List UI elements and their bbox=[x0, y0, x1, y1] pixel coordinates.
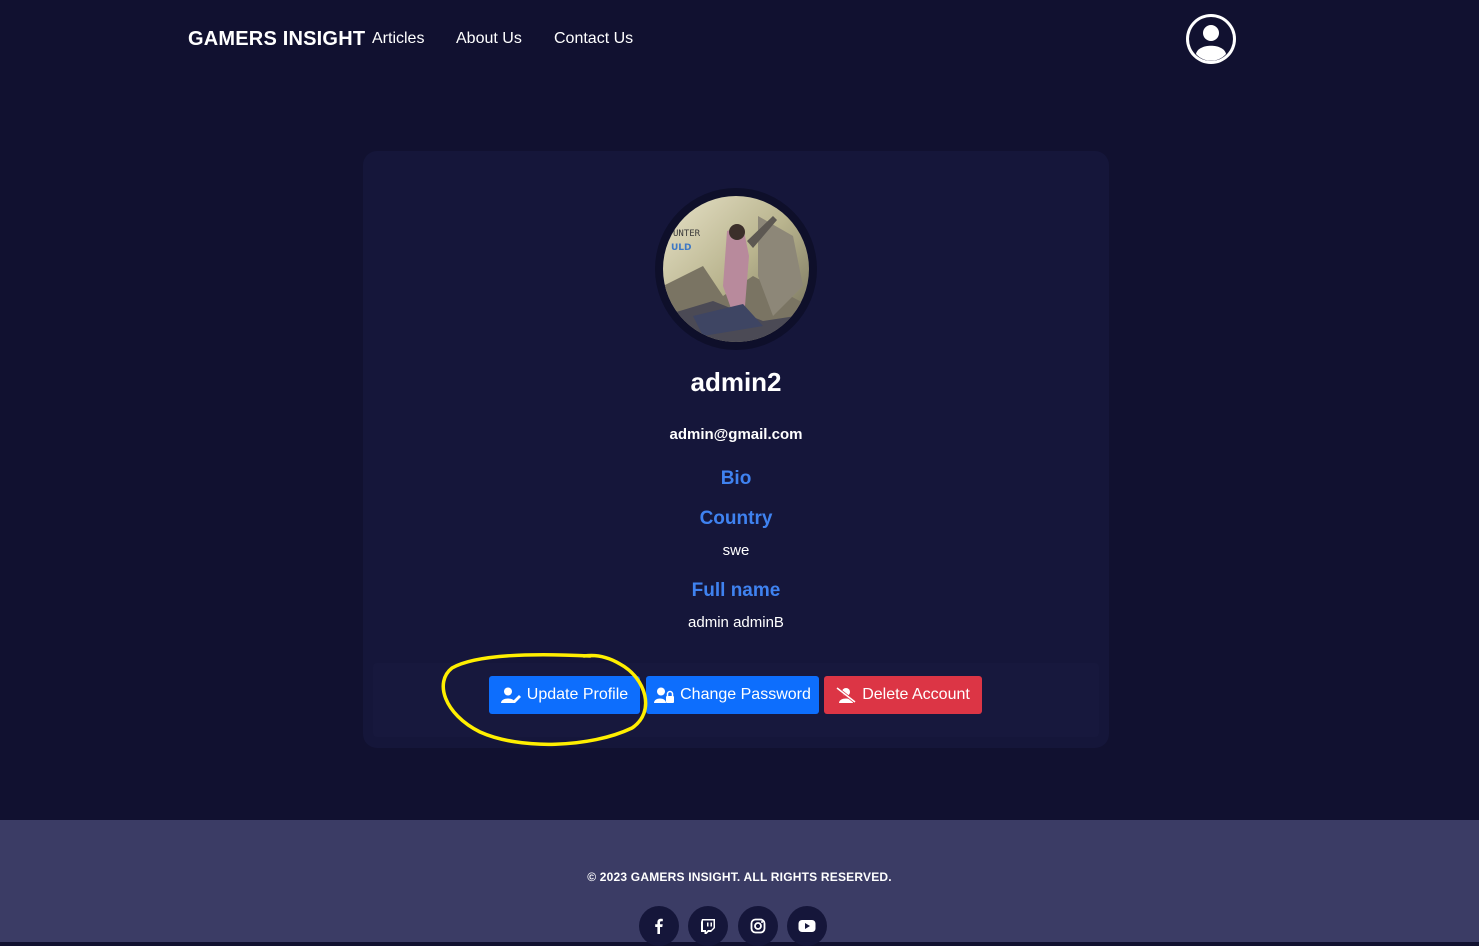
change-password-label: Change Password bbox=[680, 686, 811, 703]
profile-username: admin2 bbox=[690, 367, 782, 397]
profile-card: UNTER ULD admin2 admin@gmail.com Bio Cou… bbox=[363, 151, 1109, 748]
svg-text:ULD: ULD bbox=[671, 243, 692, 253]
site-footer: © 2023 GAMERS INSIGHT. ALL RIGHTS RESERV… bbox=[0, 820, 1479, 946]
profile-picture: UNTER ULD bbox=[663, 196, 809, 342]
full-name-value: admin adminB bbox=[688, 614, 784, 631]
nav-link-contact-us[interactable]: Contact Us bbox=[554, 30, 633, 48]
user-circle-icon bbox=[1189, 17, 1233, 61]
full-name-label: Full name bbox=[691, 580, 781, 601]
twitch-icon bbox=[701, 919, 715, 934]
delete-account-label: Delete Account bbox=[862, 686, 970, 703]
instagram-icon bbox=[750, 918, 766, 934]
user-menu-avatar[interactable] bbox=[1186, 14, 1236, 64]
youtube-icon bbox=[798, 920, 816, 932]
instagram-link[interactable] bbox=[738, 906, 778, 946]
facebook-link[interactable] bbox=[639, 906, 679, 946]
svg-text:UNTER: UNTER bbox=[673, 229, 701, 239]
nav-link-articles[interactable]: Articles bbox=[372, 30, 424, 48]
twitch-link[interactable] bbox=[688, 906, 728, 946]
country-label: Country bbox=[699, 508, 773, 529]
user-edit-icon bbox=[500, 687, 521, 703]
user-lock-icon bbox=[654, 687, 675, 703]
nav-link-about-us[interactable]: About Us bbox=[456, 30, 522, 48]
brand-logo-link[interactable]: GAMERS INSIGHT bbox=[188, 28, 365, 51]
bio-label: Bio bbox=[720, 468, 752, 489]
user-slash-icon bbox=[836, 687, 857, 703]
copyright-text: © 2023 GAMERS INSIGHT. ALL RIGHTS RESERV… bbox=[587, 870, 892, 884]
country-value: swe bbox=[722, 542, 750, 559]
profile-email: admin@gmail.com bbox=[669, 426, 803, 443]
youtube-link[interactable] bbox=[787, 906, 827, 946]
update-profile-label: Update Profile bbox=[526, 686, 629, 703]
update-profile-button[interactable]: Update Profile bbox=[489, 676, 640, 714]
delete-account-button[interactable]: Delete Account bbox=[824, 676, 982, 714]
change-password-button[interactable]: Change Password bbox=[646, 676, 819, 714]
top-navbar: GAMERS INSIGHT Articles About Us Contact… bbox=[0, 0, 1479, 80]
facebook-icon bbox=[655, 918, 663, 934]
profile-picture-frame: UNTER ULD bbox=[655, 188, 817, 350]
